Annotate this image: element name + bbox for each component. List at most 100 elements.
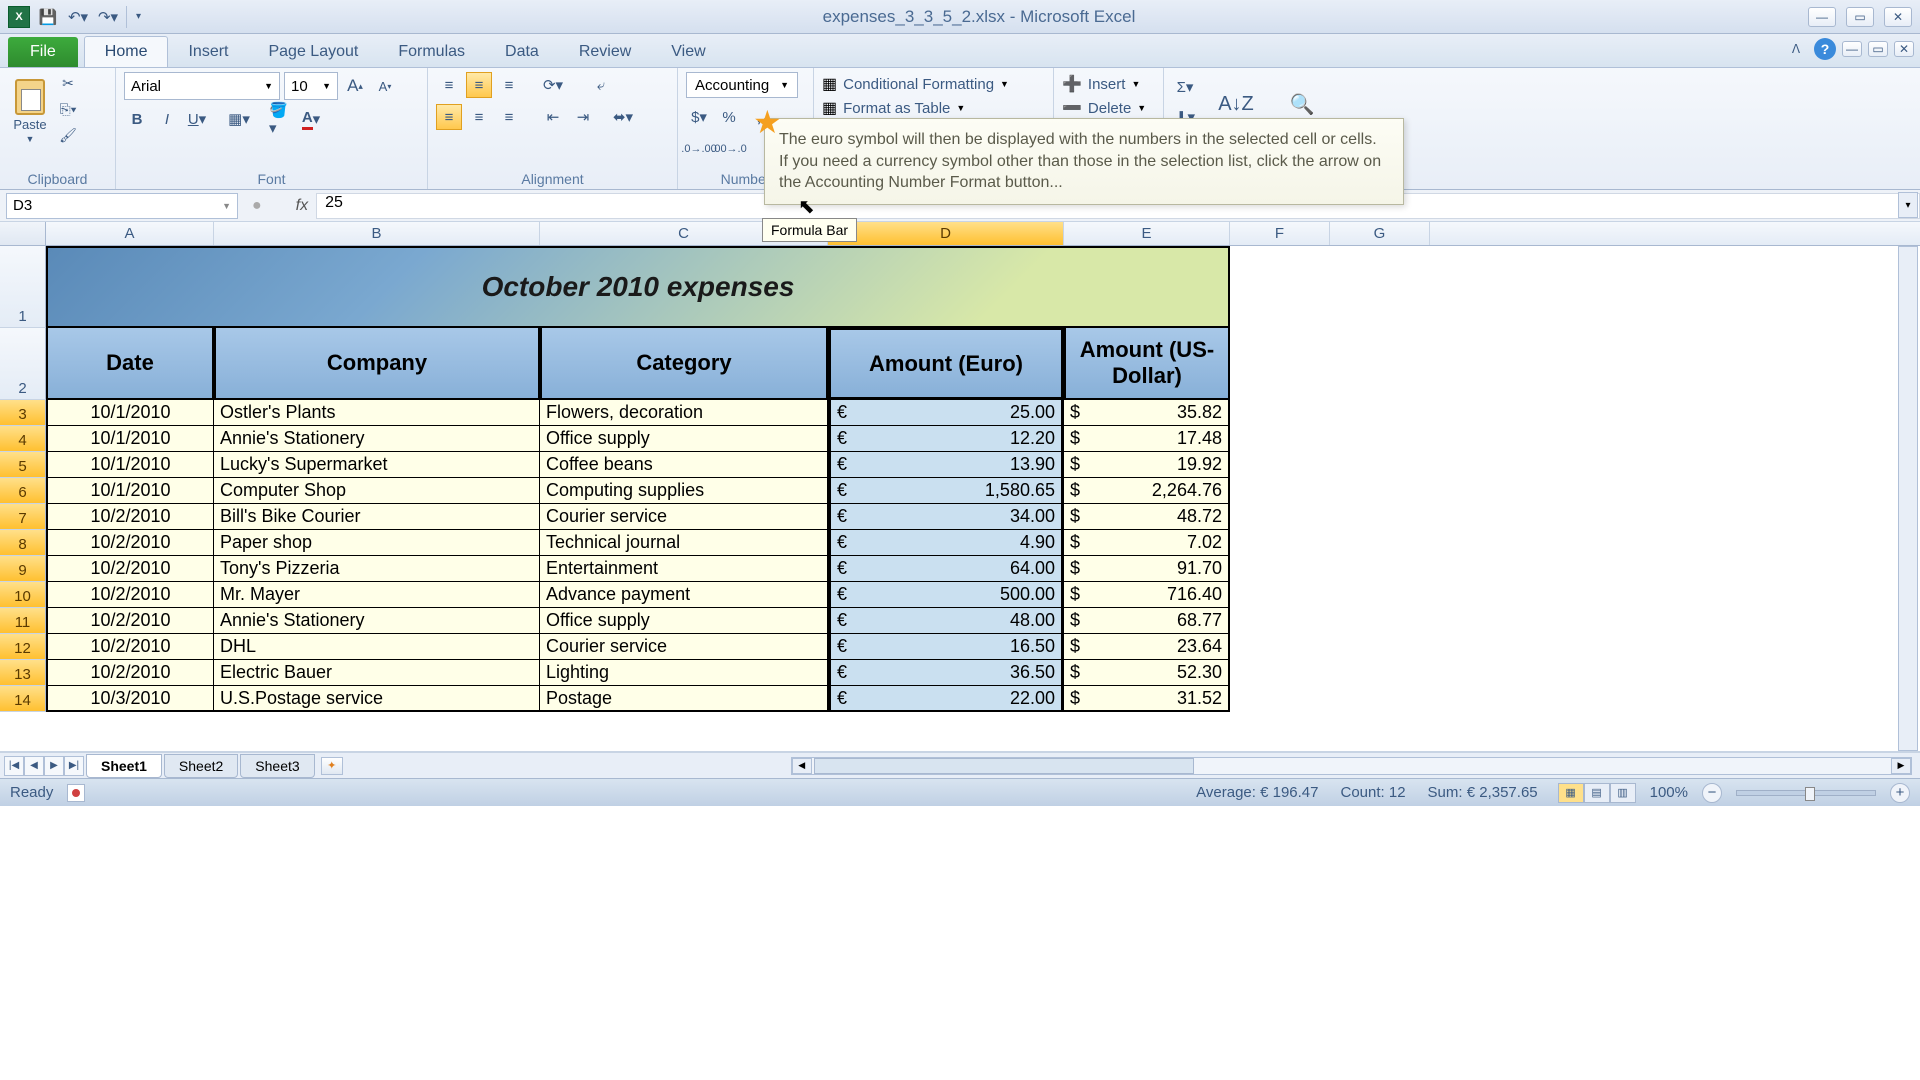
increase-indent-icon[interactable]: ⇥ xyxy=(570,104,596,130)
redo-icon[interactable]: ↷▾ xyxy=(96,6,120,28)
row-header-1[interactable]: 1 xyxy=(0,246,46,328)
cell-category[interactable]: Flowers, decoration xyxy=(540,400,828,426)
sheet-title[interactable]: October 2010 expenses xyxy=(46,246,1230,328)
vertical-scrollbar[interactable] xyxy=(1898,246,1918,751)
cell-euro[interactable]: €64.00 xyxy=(828,556,1064,582)
cell-usd[interactable]: $31.52 xyxy=(1064,686,1230,712)
row-header[interactable]: 7 xyxy=(0,504,46,530)
cell-category[interactable]: Lighting xyxy=(540,660,828,686)
tab-file[interactable]: File xyxy=(8,37,78,67)
cell-company[interactable]: Paper shop xyxy=(214,530,540,556)
row-header[interactable]: 5 xyxy=(0,452,46,478)
merge-center-icon[interactable]: ⬌▾ xyxy=(610,104,636,130)
orientation-icon[interactable]: ⟳▾ xyxy=(540,72,566,98)
doc-close-icon[interactable]: ✕ xyxy=(1894,41,1914,57)
cell-category[interactable]: Office supply xyxy=(540,426,828,452)
col-header-F[interactable]: F xyxy=(1230,222,1330,245)
maximize-button[interactable]: ▭ xyxy=(1846,7,1874,27)
cell-date[interactable]: 10/1/2010 xyxy=(46,426,214,452)
header-company[interactable]: Company xyxy=(214,328,540,400)
delete-cells-button[interactable]: ➖ Delete▼ xyxy=(1062,98,1146,118)
tab-formulas[interactable]: Formulas xyxy=(378,37,485,67)
zoom-thumb[interactable] xyxy=(1805,787,1815,801)
cell-company[interactable]: Annie's Stationery xyxy=(214,426,540,452)
minimize-button[interactable]: — xyxy=(1808,7,1836,27)
hscroll-left-icon[interactable]: ◀ xyxy=(792,758,812,774)
align-left-icon[interactable]: ≡ xyxy=(436,104,462,130)
tab-insert[interactable]: Insert xyxy=(168,37,248,67)
cell-usd[interactable]: $52.30 xyxy=(1064,660,1230,686)
percent-icon[interactable]: % xyxy=(716,104,742,130)
border-button[interactable]: ▦▾ xyxy=(226,106,252,132)
cell-company[interactable]: Tony's Pizzeria xyxy=(214,556,540,582)
horizontal-scrollbar[interactable]: ◀ ▶ xyxy=(791,757,1912,775)
cell-euro[interactable]: €34.00 xyxy=(828,504,1064,530)
tab-home[interactable]: Home xyxy=(84,36,169,67)
normal-view-icon[interactable]: ▦ xyxy=(1558,783,1584,803)
conditional-formatting-button[interactable]: ▦ Conditional Formatting▼ xyxy=(822,74,1009,94)
row-header[interactable]: 10 xyxy=(0,582,46,608)
row-header[interactable]: 4 xyxy=(0,426,46,452)
increase-font-icon[interactable]: A▴ xyxy=(342,73,368,99)
row-header-2[interactable]: 2 xyxy=(0,328,46,400)
cell-category[interactable]: Advance payment xyxy=(540,582,828,608)
name-box[interactable]: D3▼ xyxy=(6,193,238,219)
cell-company[interactable]: Ostler's Plants xyxy=(214,400,540,426)
cell-usd[interactable]: $91.70 xyxy=(1064,556,1230,582)
autosum-icon[interactable]: Σ▾ xyxy=(1172,74,1198,100)
zoom-in-button[interactable]: + xyxy=(1890,783,1910,803)
cell-category[interactable]: Courier service xyxy=(540,634,828,660)
sheet-prev-icon[interactable]: ◀ xyxy=(24,756,44,776)
decrease-indent-icon[interactable]: ⇤ xyxy=(540,104,566,130)
undo-icon[interactable]: ↶▾ xyxy=(66,6,90,28)
cell-date[interactable]: 10/2/2010 xyxy=(46,634,214,660)
cell-company[interactable]: Electric Bauer xyxy=(214,660,540,686)
cell-euro[interactable]: €25.00 xyxy=(828,400,1064,426)
row-header[interactable]: 9 xyxy=(0,556,46,582)
cell-date[interactable]: 10/2/2010 xyxy=(46,608,214,634)
zoom-slider[interactable] xyxy=(1736,790,1876,796)
cell-date[interactable]: 10/1/2010 xyxy=(46,478,214,504)
tab-review[interactable]: Review xyxy=(559,37,651,67)
save-icon[interactable]: 💾 xyxy=(36,6,60,28)
font-size-select[interactable]: 10▼ xyxy=(284,72,338,100)
page-break-view-icon[interactable]: ▥ xyxy=(1610,783,1636,803)
row-header[interactable]: 14 xyxy=(0,686,46,712)
tab-page-layout[interactable]: Page Layout xyxy=(248,37,378,67)
font-color-button[interactable]: A▾ xyxy=(298,106,324,132)
sheet-next-icon[interactable]: ▶ xyxy=(44,756,64,776)
cell-date[interactable]: 10/2/2010 xyxy=(46,530,214,556)
cell-company[interactable]: Annie's Stationery xyxy=(214,608,540,634)
cell-euro[interactable]: €13.90 xyxy=(828,452,1064,478)
number-format-select[interactable]: Accounting▼ xyxy=(686,72,798,98)
wrap-text-icon[interactable]: ⤶ xyxy=(588,72,614,98)
hscroll-right-icon[interactable]: ▶ xyxy=(1891,758,1911,774)
align-top-icon[interactable]: ≡ xyxy=(436,72,462,98)
cell-usd[interactable]: $68.77 xyxy=(1064,608,1230,634)
qat-customize-icon[interactable]: ▾ xyxy=(126,6,150,28)
col-header-A[interactable]: A xyxy=(46,222,214,245)
cell-date[interactable]: 10/1/2010 xyxy=(46,452,214,478)
cell-date[interactable]: 10/2/2010 xyxy=(46,582,214,608)
italic-button[interactable]: I xyxy=(154,106,180,132)
cell-category[interactable]: Office supply xyxy=(540,608,828,634)
doc-minimize-icon[interactable]: — xyxy=(1842,41,1862,57)
cell-euro[interactable]: €500.00 xyxy=(828,582,1064,608)
col-header-D[interactable]: D xyxy=(828,222,1064,245)
cell-category[interactable]: Coffee beans xyxy=(540,452,828,478)
fill-color-button[interactable]: 🪣▾ xyxy=(268,106,294,132)
cell-category[interactable]: Courier service xyxy=(540,504,828,530)
row-header[interactable]: 11 xyxy=(0,608,46,634)
cell-company[interactable]: DHL xyxy=(214,634,540,660)
help-icon[interactable]: ? xyxy=(1814,38,1836,60)
cell-category[interactable]: Computing supplies xyxy=(540,478,828,504)
cell-company[interactable]: Mr. Mayer xyxy=(214,582,540,608)
cell-usd[interactable]: $48.72 xyxy=(1064,504,1230,530)
header-date[interactable]: Date xyxy=(46,328,214,400)
formula-expand-icon[interactable]: ▾ xyxy=(1898,192,1918,218)
cell-date[interactable]: 10/2/2010 xyxy=(46,556,214,582)
insert-cells-button[interactable]: ➕ Insert▼ xyxy=(1062,74,1140,94)
cell-usd[interactable]: $17.48 xyxy=(1064,426,1230,452)
cell-euro[interactable]: €48.00 xyxy=(828,608,1064,634)
cell-euro[interactable]: €12.20 xyxy=(828,426,1064,452)
